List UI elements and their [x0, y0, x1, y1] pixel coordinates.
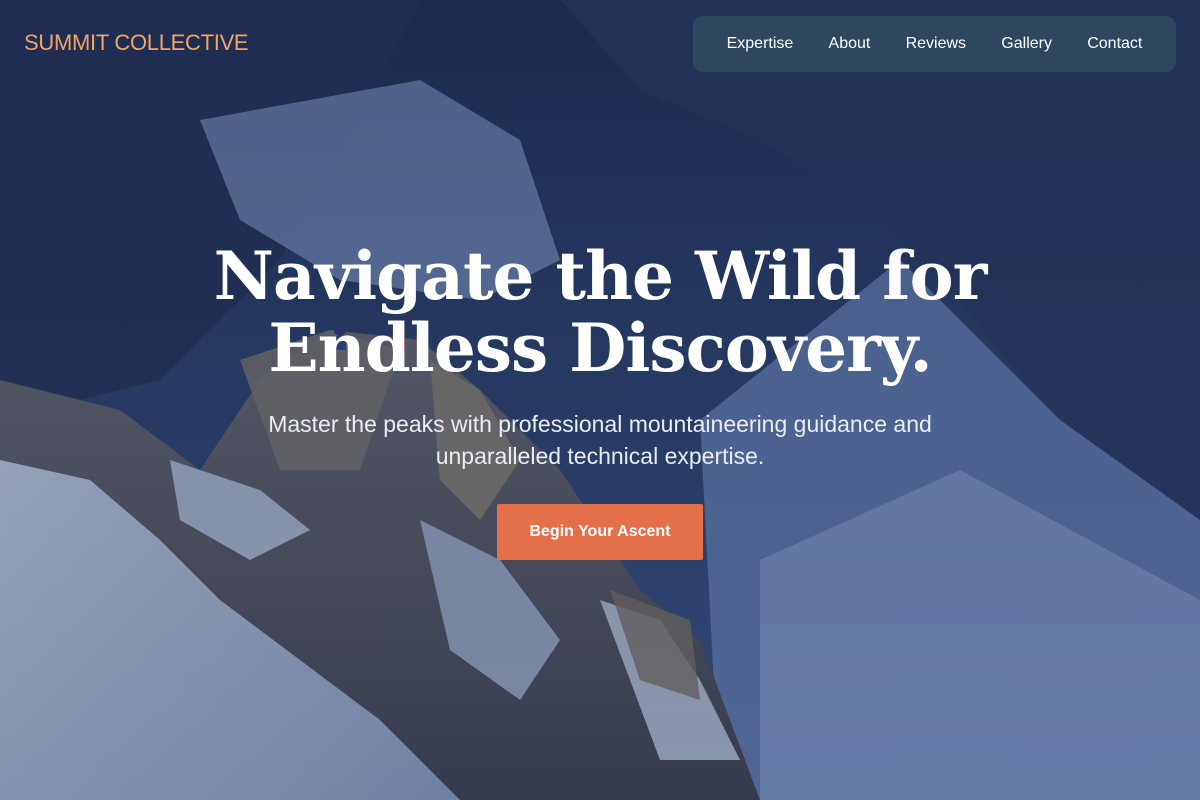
hero-headline: Navigate the Wild for Endless Discovery. — [150, 240, 1050, 384]
headline-line-2: Endless Discovery. — [268, 309, 932, 387]
nav-link-contact[interactable]: Contact — [1087, 35, 1142, 53]
hero-overlay — [0, 0, 1200, 800]
headline-line-1: Navigate the Wild for — [213, 237, 988, 315]
nav-link-expertise[interactable]: Expertise — [727, 35, 794, 53]
subheadline-line-1: Master the peaks with professional mount… — [268, 411, 932, 437]
nav-link-gallery[interactable]: Gallery — [1001, 35, 1052, 53]
subheadline-line-2: unparalleled technical expertise. — [435, 443, 765, 469]
nav-link-about[interactable]: About — [829, 35, 871, 53]
brand-logo[interactable]: SUMMIT COLLECTIVE — [24, 30, 249, 56]
nav-link-reviews[interactable]: Reviews — [906, 35, 966, 53]
hero-section: SUMMIT COLLECTIVE Expertise About Review… — [0, 0, 1200, 800]
hero-subheadline: Master the peaks with professional mount… — [200, 408, 1000, 472]
main-nav: Expertise About Reviews Gallery Contact — [693, 16, 1176, 72]
begin-ascent-button[interactable]: Begin Your Ascent — [497, 504, 703, 560]
